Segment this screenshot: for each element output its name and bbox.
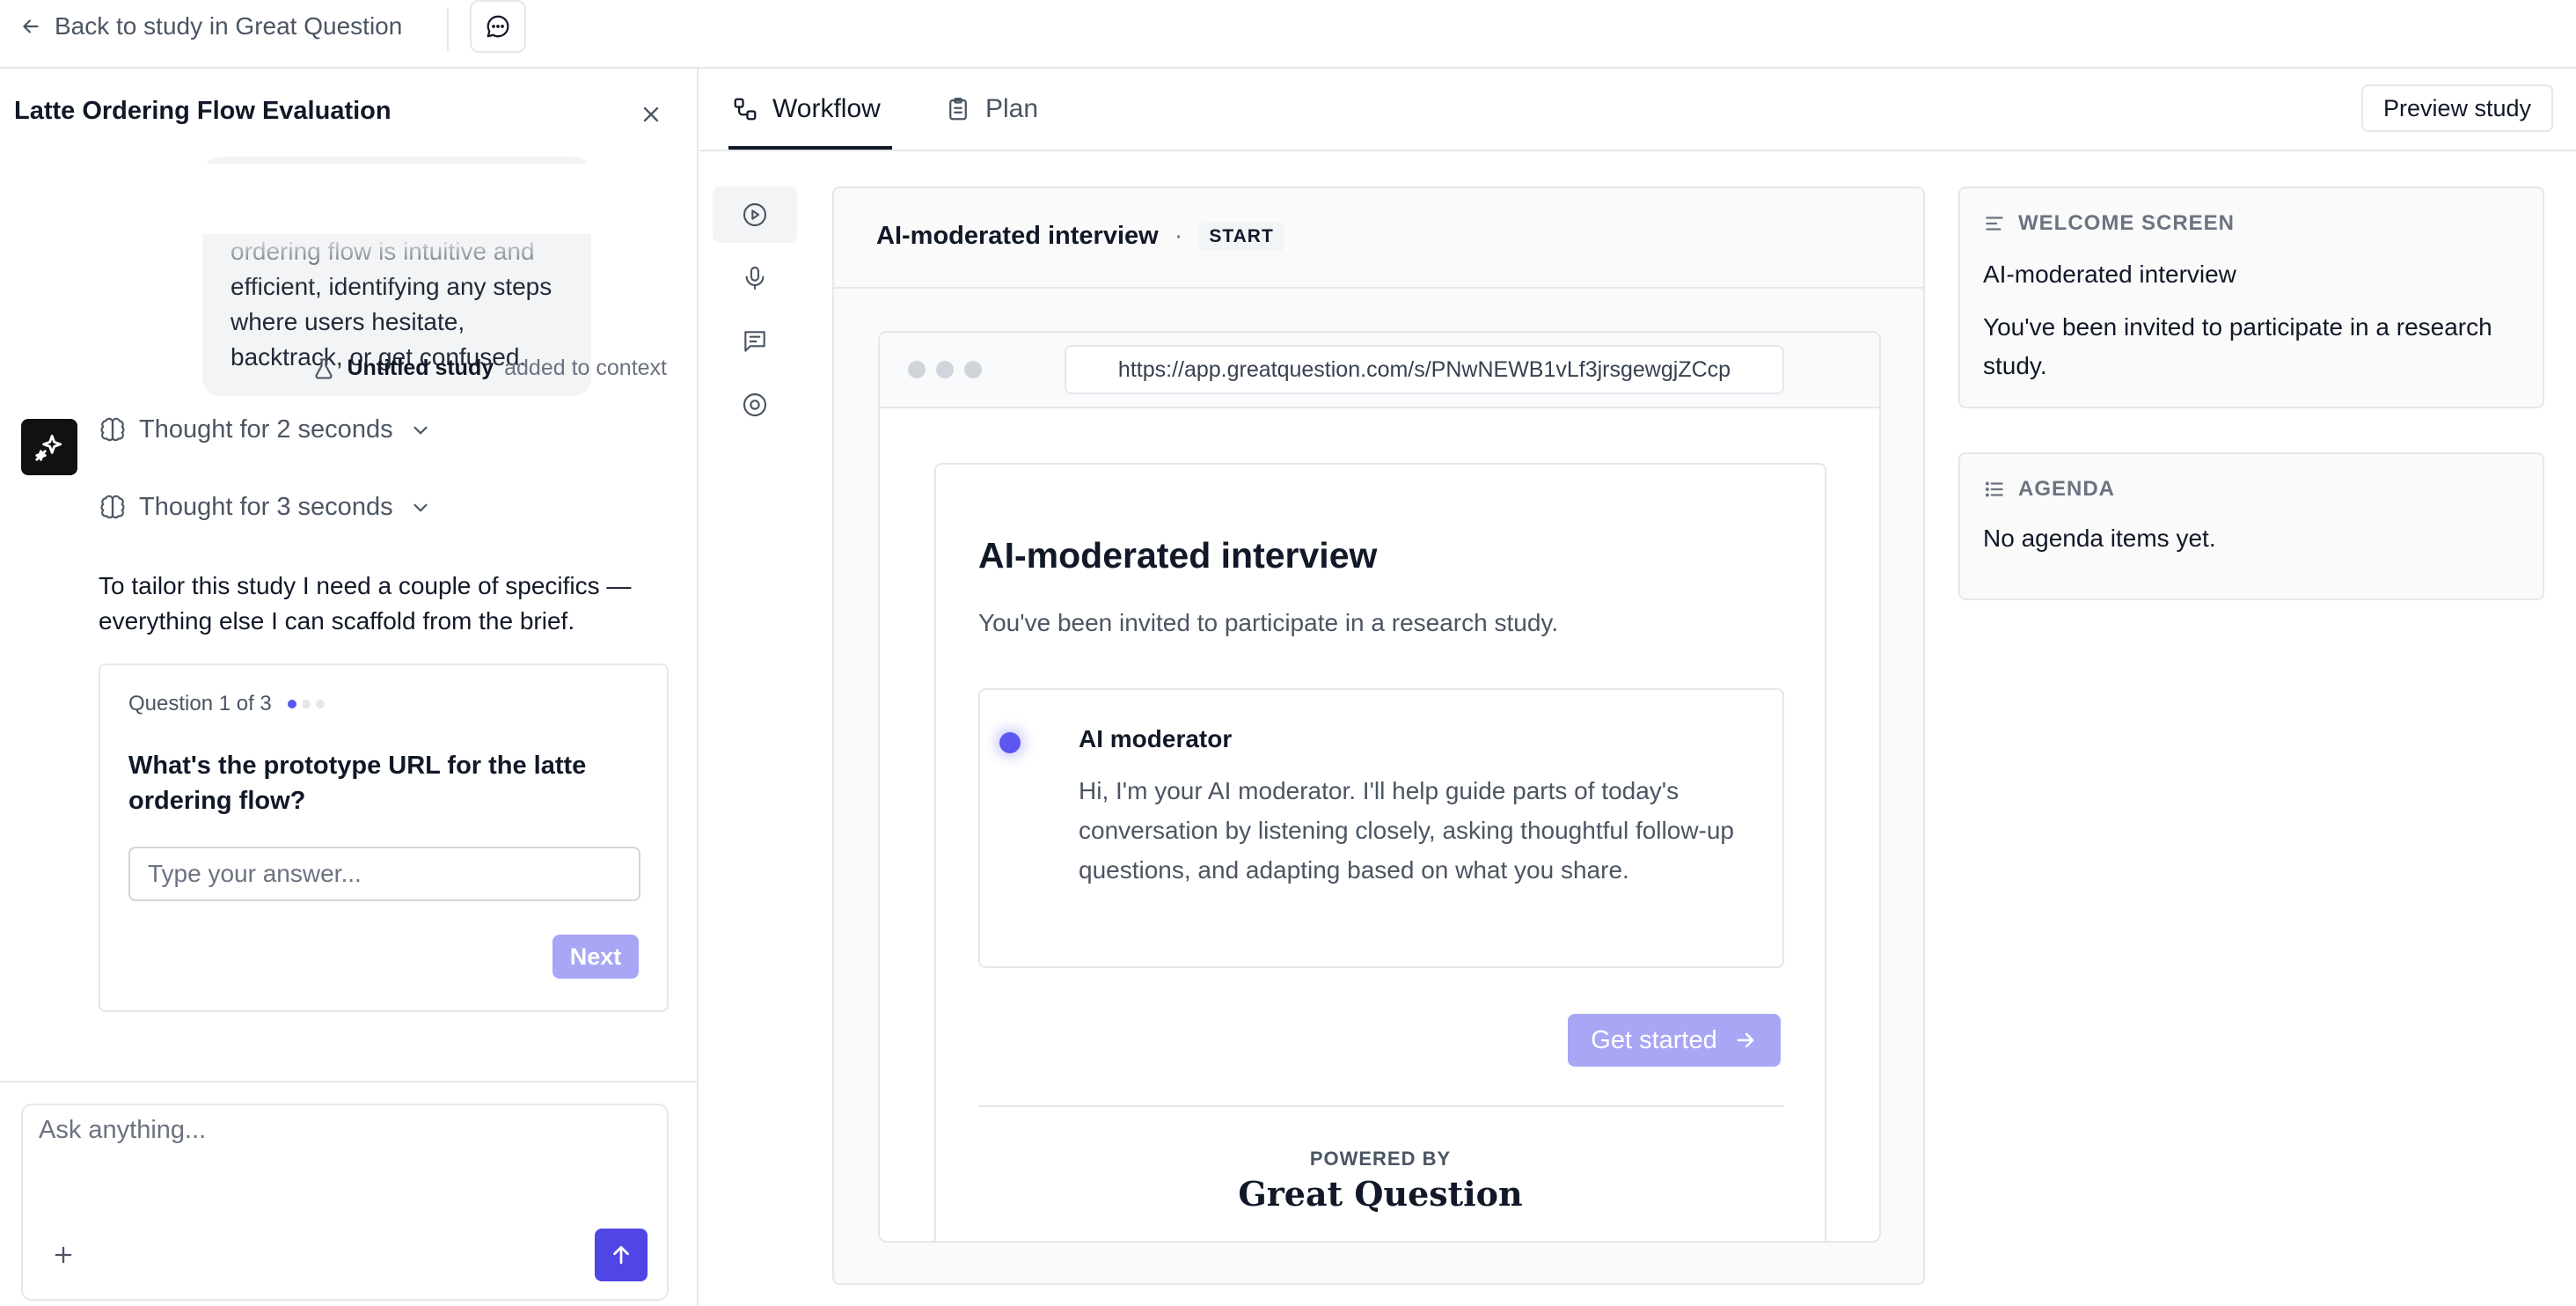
close-icon [643, 106, 659, 122]
progress-dot-2 [301, 700, 311, 708]
answer-input[interactable] [128, 847, 640, 901]
step-header: AI-moderated interview · START [834, 188, 1923, 289]
get-started-button[interactable]: Get started [1568, 1014, 1781, 1067]
question-counter-label: Question 1 of 3 [128, 692, 272, 715]
back-link-label: Back to study in Great Question [55, 12, 403, 40]
preview-subtitle: You've been invited to participate in a … [978, 609, 1559, 636]
close-panel-button[interactable] [632, 95, 670, 134]
clipboard-icon [949, 98, 967, 121]
moderator-text: Hi, I'm your AI moderator. I'll help gui… [1079, 777, 1735, 884]
chevron-down-icon [413, 426, 428, 434]
interview-preview-card: AI-moderated interview You've been invit… [934, 463, 1826, 1241]
step-interview[interactable] [713, 250, 797, 306]
agenda-card[interactable]: AGENDA No agenda items yet. [1958, 452, 2544, 600]
arrow-up-icon [613, 1245, 629, 1265]
assistant-panel: ordering flow is intuitive and efficient… [0, 69, 699, 1306]
thought-label: Thought for 2 seconds [139, 415, 393, 444]
context-indicator: Untitled study added to context [311, 356, 667, 381]
question-counter: Question 1 of 3 [128, 692, 325, 716]
stop-circle-icon [743, 393, 767, 417]
ai-avatar [21, 419, 77, 475]
tab-workflow-label: Workflow [772, 94, 881, 123]
tab-plan-label: Plan [985, 94, 1039, 123]
window-dot [908, 361, 926, 378]
context-suffix: added to context [504, 356, 667, 380]
active-tab-indicator [728, 146, 892, 150]
window-dot [936, 361, 954, 378]
moderator-intro: AI moderator Hi, I'm your AI moderator. … [978, 688, 1784, 968]
sparkles-icon [35, 434, 62, 461]
question-card: Question 1 of 3 What's the prototype URL… [99, 664, 669, 1012]
tab-plan[interactable]: Plan [945, 69, 1038, 150]
workflow-step-card: AI-moderated interview · START https://a… [832, 187, 1925, 1285]
composer-divider [0, 1081, 697, 1082]
welcome-screen-label-text: WELCOME SCREEN [2018, 211, 2236, 235]
chat-bubble-icon [487, 15, 509, 38]
great-question-logo: Great Question [1238, 1174, 1523, 1214]
browser-url: https://app.greatquestion.com/s/PNwNEWB1… [1065, 345, 1784, 394]
back-to-study-link[interactable]: Back to study in Great Question [19, 9, 402, 44]
welcome-screen-title: AI-moderated interview [1983, 260, 2236, 288]
assistant-message: To tailor this study I need a couple of … [99, 572, 632, 635]
agenda-label: AGENDA [1983, 477, 2115, 502]
welcome-screen-body: You've been invited to participate in a … [1983, 313, 2492, 379]
context-study-name: Untitled study [347, 356, 494, 380]
brain-icon [100, 495, 125, 518]
preview-study-button[interactable]: Preview study [2361, 84, 2553, 132]
next-button[interactable]: Next [553, 935, 639, 979]
welcome-screen-label: WELCOME SCREEN [1983, 211, 2235, 236]
question-progress-dots [287, 700, 325, 708]
message-square-icon [744, 331, 765, 352]
window-dot [964, 361, 982, 378]
tabs-bar: Workflow Plan Preview study [700, 69, 2576, 151]
plus-icon [55, 1246, 72, 1264]
moderator-name: AI moderator [1079, 725, 1233, 752]
tab-workflow[interactable]: Workflow [732, 69, 881, 150]
title-separator: · [1174, 222, 1183, 250]
add-attachment-button[interactable] [46, 1237, 81, 1273]
thought-toggle-1[interactable]: Thought for 2 seconds [99, 415, 432, 444]
topbar-divider [447, 9, 449, 51]
browser-preview: https://app.greatquestion.com/s/PNwNEWB1… [878, 331, 1881, 1243]
start-badge: START [1198, 222, 1284, 251]
step-start[interactable] [713, 187, 797, 243]
arrow-left-icon [23, 19, 39, 33]
thought-label: Thought for 3 seconds [139, 493, 393, 521]
browser-bar: https://app.greatquestion.com/s/PNwNEWB1… [880, 333, 1879, 408]
workflow-icon [734, 98, 757, 121]
step-end[interactable] [713, 377, 797, 433]
panel-header-cover [0, 164, 697, 234]
brain-icon [100, 417, 125, 441]
play-circle-icon [743, 202, 767, 227]
list-icon [1985, 481, 2003, 497]
ask-anything-input[interactable] [39, 1116, 646, 1204]
study-title: Latte Ordering Flow Evaluation [14, 97, 392, 125]
preview-divider [978, 1105, 1784, 1107]
flask-icon [315, 357, 333, 379]
arrow-right-icon [1737, 1032, 1754, 1048]
align-left-icon [1986, 216, 2003, 231]
question-text: What's the prototype URL for the latte o… [128, 752, 587, 815]
window-controls [908, 361, 982, 378]
powered-by-label: POWERED BY [1309, 1148, 1452, 1170]
moderator-status-dot [999, 732, 1021, 753]
composer [21, 1104, 669, 1301]
agenda-label-text: AGENDA [2018, 477, 2116, 501]
progress-dot-1 [287, 700, 296, 708]
chevron-down-icon [413, 503, 428, 511]
chat-toggle-button[interactable] [470, 0, 526, 53]
step-title-text: AI-moderated interview [876, 222, 1159, 250]
get-started-label: Get started [1591, 1025, 1717, 1054]
scroll-fade [202, 232, 591, 285]
agenda-empty-text: No agenda items yet. [1983, 525, 2216, 552]
microphone-icon [745, 266, 765, 290]
top-bar: Back to study in Great Question [0, 0, 2576, 69]
thought-toggle-2[interactable]: Thought for 3 seconds [99, 493, 432, 522]
welcome-screen-card[interactable]: WELCOME SCREEN AI-moderated interview Yo… [1958, 187, 2544, 408]
send-button[interactable] [595, 1229, 648, 1281]
progress-dot-3 [315, 700, 325, 708]
step-title: AI-moderated interview · START [876, 222, 1284, 251]
step-message[interactable] [713, 313, 797, 370]
preview-title: AI-moderated interview [978, 535, 1378, 576]
